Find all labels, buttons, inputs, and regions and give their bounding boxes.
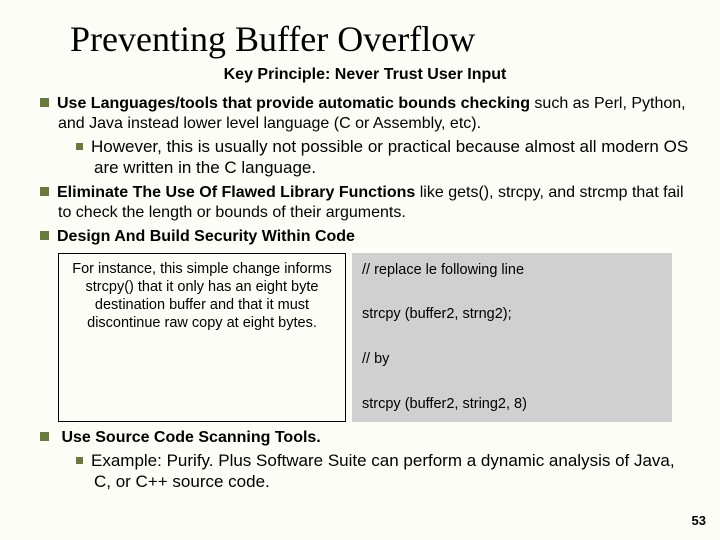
- page-number: 53: [692, 513, 706, 528]
- bullet-1-lead: Use Languages/tools that provide automat…: [57, 95, 530, 112]
- example-row: For instance, this simple change informs…: [58, 253, 690, 422]
- slide-content: Use Languages/tools that provide automat…: [40, 94, 690, 492]
- bullet-4-text: Use Source Code Scanning Tools.: [57, 429, 321, 446]
- slide-subtitle: Key Principle: Never Trust User Input: [40, 66, 690, 84]
- bullet-1-sub: However, this is usually not possible or…: [76, 136, 690, 179]
- bullet-icon: [40, 98, 49, 107]
- bullet-icon: [40, 231, 49, 240]
- bullet-1: Use Languages/tools that provide automat…: [40, 94, 690, 134]
- bullet-2-lead: Eliminate The Use Of Flawed Library Func…: [57, 184, 415, 201]
- bullet-4-sub-text: Example: Purify. Plus Software Suite can…: [91, 451, 675, 491]
- example-code-box: // replace le following line strcpy (buf…: [352, 253, 672, 422]
- bullet-1-sub-text: However, this is usually not possible or…: [91, 137, 688, 177]
- bullet-2: Eliminate The Use Of Flawed Library Func…: [40, 183, 690, 223]
- bullet-icon: [40, 187, 49, 196]
- bullet-3: Design And Build Security Within Code: [40, 227, 690, 247]
- slide-title: Preventing Buffer Overflow: [70, 18, 690, 60]
- example-explanation-box: For instance, this simple change informs…: [58, 253, 346, 422]
- bullet-icon: [76, 457, 83, 464]
- bullet-3-text: Design And Build Security Within Code: [57, 228, 355, 245]
- bullet-icon: [40, 432, 49, 441]
- bullet-4-sub: Example: Purify. Plus Software Suite can…: [76, 450, 690, 493]
- bullet-4: Use Source Code Scanning Tools.: [40, 428, 690, 448]
- bullet-icon: [76, 143, 83, 150]
